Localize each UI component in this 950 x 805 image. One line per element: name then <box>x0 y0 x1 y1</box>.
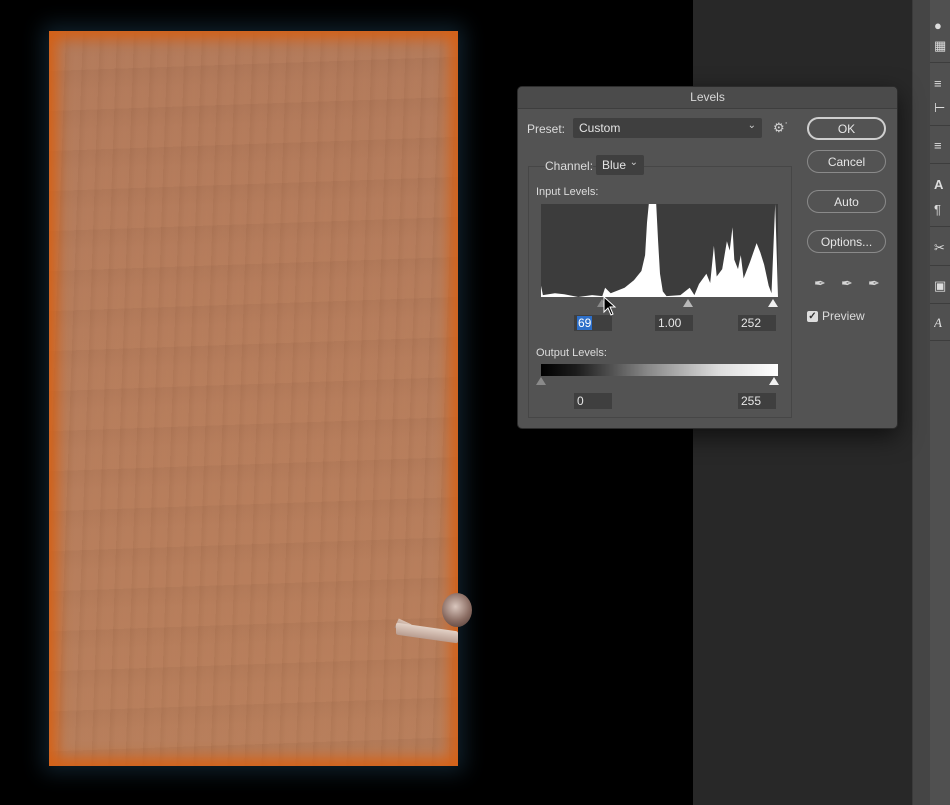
output-levels-label: Output Levels: <box>536 347 607 359</box>
output-gradient <box>541 364 778 376</box>
eyedropper-gray-icon[interactable]: ✒ <box>841 275 853 292</box>
chevron-down-icon: ⌄ <box>629 157 638 168</box>
eyedropper-black-icon[interactable]: ✒ <box>814 275 826 292</box>
paragraph-icon[interactable]: ¶ <box>934 202 950 218</box>
eyedropper-white-icon[interactable]: ✒ <box>868 275 880 292</box>
sliders-icon[interactable]: ⊢ <box>934 100 950 116</box>
channel-label: Channel: <box>545 159 594 173</box>
chevron-down-icon: ⌄ <box>747 120 756 131</box>
toolbar-divider <box>930 265 950 266</box>
output-white-field[interactable]: 255 <box>738 393 776 409</box>
brush-settings-icon[interactable]: ≡ <box>934 76 950 92</box>
channel-value: Blue <box>602 158 627 172</box>
toolbar-divider <box>930 303 950 304</box>
toolbar-divider <box>930 226 950 227</box>
toolbar-divider <box>930 62 950 63</box>
panel-icon-bar <box>930 0 950 805</box>
toolbar-divider <box>930 163 950 164</box>
panel-collapse-strip[interactable] <box>912 0 931 805</box>
ok-button[interactable]: OK <box>807 117 886 140</box>
character-icon[interactable]: A <box>934 177 950 193</box>
scissors-icon[interactable]: ✂ <box>934 240 950 256</box>
dialog-title[interactable]: Levels <box>518 87 897 109</box>
door-handle-rose <box>442 593 472 627</box>
input-white-handle[interactable] <box>768 299 778 307</box>
histogram-fill <box>541 204 778 297</box>
histogram <box>541 204 778 297</box>
input-black-value: 69 <box>577 316 593 330</box>
toolbar-divider <box>930 125 950 126</box>
glyphs-icon[interactable]: A <box>934 315 950 331</box>
door-image <box>49 31 472 766</box>
options-button[interactable]: Options... <box>807 230 886 253</box>
gear-icon[interactable]: ⚙˙ <box>773 120 789 136</box>
preview-checkbox[interactable]: ✓ <box>807 311 818 322</box>
door-handle-lever <box>396 622 458 644</box>
palette-icon[interactable]: ● <box>934 18 950 34</box>
input-gamma-handle[interactable] <box>683 299 693 307</box>
input-slider-track[interactable] <box>541 297 778 309</box>
clone-source-icon[interactable]: ≡ <box>934 138 950 154</box>
auto-button[interactable]: Auto <box>807 190 886 213</box>
toolbar-divider <box>930 340 950 341</box>
output-black-field[interactable]: 0 <box>574 393 612 409</box>
channel-dropdown[interactable]: Blue ⌄ <box>596 155 644 175</box>
cancel-button[interactable]: Cancel <box>807 150 886 173</box>
mouse-cursor-icon <box>603 295 617 316</box>
input-white-field[interactable]: 252 <box>738 315 776 331</box>
grid-icon[interactable]: ▦ <box>934 38 950 54</box>
input-gamma-field[interactable]: 1.00 <box>655 315 693 331</box>
input-black-field[interactable]: 69 <box>574 315 612 331</box>
levels-dialog: Levels Preset: Custom ⌄ ⚙˙ OK Cancel Aut… <box>517 86 898 429</box>
layer-comp-icon[interactable]: ▣ <box>934 278 950 294</box>
output-white-handle[interactable] <box>769 377 779 385</box>
preset-label: Preset: <box>527 122 566 136</box>
preset-value: Custom <box>579 121 621 135</box>
input-levels-label: Input Levels: <box>536 186 599 198</box>
output-black-handle[interactable] <box>536 377 546 385</box>
preset-dropdown[interactable]: Custom ⌄ <box>573 118 762 138</box>
preview-label[interactable]: Preview <box>822 309 865 323</box>
